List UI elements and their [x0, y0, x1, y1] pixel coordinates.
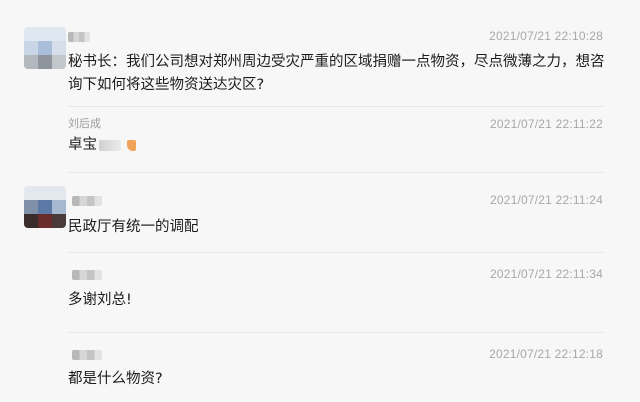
message-text: 卓宝: [68, 137, 97, 153]
chat-message: 刘后成 2021/07/21 22:11:22 卓宝: [0, 110, 640, 170]
message-text-row: 卓宝: [68, 134, 608, 157]
sender-name-blurred: [72, 196, 102, 206]
message-text: 都是什么物资?: [68, 371, 163, 387]
sender-name-blurred: [72, 270, 102, 280]
divider: [68, 332, 604, 333]
sender-name-blurred: [68, 32, 90, 42]
avatar[interactable]: [24, 186, 66, 228]
message-time: 2021/07/21 22:11:22: [489, 117, 603, 131]
tag-icon: [127, 139, 136, 151]
divider: [68, 252, 604, 253]
message-text: 秘书长：我们公司想对郑州周边受灾严重的区域捐赠一点物资，尽点微薄之力，想咨询下如…: [68, 54, 605, 93]
chat-message: 2021/07/21 22:10:28 秘书长：我们公司想对郑州周边受灾严重的区…: [0, 0, 640, 110]
sender-name: 刘后成: [68, 117, 101, 130]
chat-message: 2021/07/21 22:11:24 民政厅有统一的调配: [0, 176, 640, 246]
message-time: 2021/07/21 22:10:28: [489, 29, 603, 43]
message-time: 2021/07/21 22:11:34: [489, 267, 603, 281]
redacted-text: [99, 139, 121, 151]
avatar[interactable]: [24, 27, 66, 69]
divider: [68, 106, 604, 107]
message-text: 多谢刘总!: [68, 292, 132, 308]
chat-message: 2021/07/21 22:11:34 多谢刘总!: [0, 256, 640, 331]
message-text: 民政厅有统一的调配: [68, 219, 199, 235]
sender-name-blurred: [72, 350, 102, 360]
message-time: 2021/07/21 22:11:24: [489, 193, 603, 207]
divider: [68, 172, 604, 173]
chat-message: 2021/07/21 22:12:18 都是什么物资?: [0, 336, 640, 402]
message-time: 2021/07/21 22:12:18: [489, 347, 603, 361]
